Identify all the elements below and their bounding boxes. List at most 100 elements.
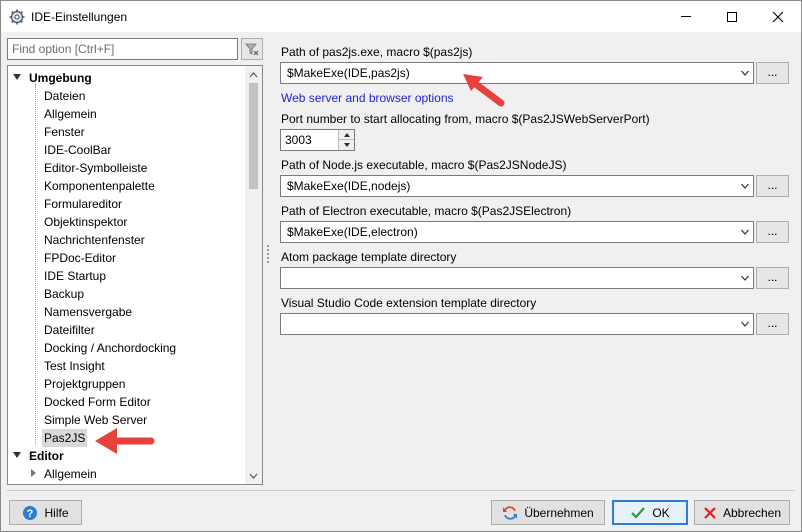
expand-chevron-icon[interactable]: [13, 452, 21, 458]
port-value: 3003: [285, 133, 312, 147]
maximize-icon: [727, 11, 737, 22]
close-icon: [772, 11, 784, 22]
arrow-up-icon: [343, 132, 350, 137]
pas2js-path-combo[interactable]: $MakeExe(IDE,pas2js): [280, 62, 754, 84]
arrow-down-icon: [343, 143, 350, 147]
tree-item[interactable]: Test Insight: [9, 357, 246, 375]
gear-icon: [9, 9, 25, 24]
tree-item[interactable]: Objektinspektor: [9, 213, 246, 231]
nodejs-browse-button[interactable]: ...: [756, 175, 789, 197]
tree-item[interactable]: Dateifilter: [9, 321, 246, 339]
tree-item[interactable]: Formulareditor: [9, 195, 246, 213]
electron-path-combo[interactable]: $MakeExe(IDE,electron): [280, 221, 754, 243]
electron-path-value: $MakeExe(IDE,electron): [287, 225, 418, 239]
tree-item[interactable]: Projektgruppen: [9, 375, 246, 393]
expand-chevron-icon[interactable]: [13, 74, 21, 80]
nodejs-path-value: $MakeExe(IDE,nodejs): [287, 179, 411, 193]
tree-item[interactable]: Fenster: [9, 123, 246, 141]
tree-item-label: Editor: [29, 449, 64, 463]
tree-item-label: Namensvergabe: [44, 305, 133, 319]
settings-window: IDE-Einstellungen Find option [Ctrl+F] U…: [0, 0, 802, 532]
close-button[interactable]: [755, 1, 801, 32]
apply-label: Übernehmen: [524, 505, 594, 520]
tree-item-label: Allgemein: [44, 107, 97, 121]
tree-category[interactable]: Umgebung: [9, 69, 246, 87]
tree-item-label: Dateifilter: [44, 323, 95, 337]
help-button[interactable]: ? Hilfe: [9, 500, 82, 525]
port-spinedit[interactable]: 3003: [280, 129, 355, 151]
tree-item-label: Docking / Anchordocking: [44, 341, 177, 355]
chevron-down-icon: [741, 321, 749, 327]
scroll-down-icon[interactable]: [245, 467, 262, 484]
tree-item-label: Allgemein: [44, 467, 97, 481]
tree-item[interactable]: IDE Startup: [9, 267, 246, 285]
cancel-label: Abbrechen: [722, 505, 782, 520]
minimize-button[interactable]: [663, 1, 709, 32]
pas2js-path-value: $MakeExe(IDE,pas2js): [287, 66, 410, 80]
tree-item[interactable]: IDE-CoolBar: [9, 141, 246, 159]
tree-item-label: Dateien: [44, 89, 86, 103]
port-increment-button[interactable]: [339, 130, 354, 140]
tree-item[interactable]: Nachrichtenfenster: [9, 231, 246, 249]
tree-item-label: Pas2JS: [42, 429, 88, 447]
clear-filter-button[interactable]: [241, 38, 263, 60]
options-tree[interactable]: Umgebung Dateien Allgemein Fenster IDE-CoolB…: [7, 65, 263, 485]
chevron-down-icon: [741, 183, 749, 189]
tree-item[interactable]: Docked Form Editor: [9, 393, 246, 411]
collapsed-chevron-icon[interactable]: [31, 469, 36, 477]
tree-item[interactable]: Allgemein: [9, 465, 246, 483]
tree-item-label: Objektinspektor: [44, 215, 128, 229]
tree-item-label: Komponentenpalette: [44, 179, 155, 193]
annotation-arrow-icon: [463, 74, 505, 107]
panel-splitter[interactable]: [267, 245, 270, 263]
tree-item[interactable]: Docking / Anchordocking: [9, 339, 246, 357]
chevron-down-icon: [741, 229, 749, 235]
apply-button[interactable]: Übernehmen: [491, 500, 605, 525]
web-server-options-link[interactable]: Web server and browser options: [281, 91, 454, 105]
tree-item[interactable]: Dateien: [9, 87, 246, 105]
electron-browse-button[interactable]: ...: [756, 221, 789, 243]
tree-item[interactable]: Editor-Symbolleiste: [9, 159, 246, 177]
pas2js-path-label: Path of pas2js.exe, macro $(pas2js): [281, 45, 473, 59]
tree-item[interactable]: Komponentenpalette: [9, 177, 246, 195]
tree-items: Umgebung Dateien Allgemein Fenster IDE-CoolB…: [9, 69, 246, 483]
tree-item-label: Backup: [44, 287, 85, 301]
tree-item-label: Formulareditor: [44, 197, 123, 211]
tree-item-label: FPDoc-Editor: [44, 251, 117, 265]
tree-item[interactable]: FPDoc-Editor: [9, 249, 246, 267]
tree-item[interactable]: Allgemein: [9, 105, 246, 123]
tree-item[interactable]: Namensvergabe: [9, 303, 246, 321]
vscode-browse-button[interactable]: ...: [756, 313, 789, 335]
bottom-divider: [7, 490, 795, 491]
ok-label: OK: [652, 505, 670, 520]
port-decrement-button[interactable]: [339, 140, 354, 150]
tree-item-label: Test Insight: [44, 359, 105, 373]
tree-item-label: IDE Startup: [44, 269, 107, 283]
scroll-up-icon[interactable]: [245, 66, 262, 83]
electron-path-label: Path of Electron executable, macro $(Pas…: [281, 204, 572, 218]
vscode-dir-combo[interactable]: [280, 313, 754, 335]
filter-clear-icon: [245, 43, 259, 56]
tree-item-label: Nachrichtenfenster: [44, 233, 145, 247]
cancel-button[interactable]: Abbrechen: [694, 500, 790, 525]
chevron-down-icon: [741, 275, 749, 281]
scrollbar-thumb[interactable]: [249, 83, 258, 189]
atom-browse-button[interactable]: ...: [756, 267, 789, 289]
tree-scrollbar[interactable]: [245, 66, 262, 484]
svg-text:?: ?: [27, 508, 34, 520]
tree-item-label: IDE-CoolBar: [44, 143, 112, 157]
maximize-button[interactable]: [709, 1, 755, 32]
atom-dir-combo[interactable]: [280, 267, 754, 289]
tree-item-label: Editor-Symbolleiste: [44, 161, 148, 175]
ok-button[interactable]: OK: [612, 500, 688, 525]
tree-item[interactable]: Backup: [9, 285, 246, 303]
port-label: Port number to start allocating from, ma…: [281, 112, 650, 126]
help-label: Hilfe: [44, 505, 69, 520]
help-icon: ?: [23, 505, 38, 520]
find-option-input[interactable]: Find option [Ctrl+F]: [7, 38, 238, 60]
tree-item-label: Umgebung: [29, 71, 92, 85]
nodejs-path-combo[interactable]: $MakeExe(IDE,nodejs): [280, 175, 754, 197]
tree-item-label: Projektgruppen: [44, 377, 126, 391]
chevron-down-icon: [741, 70, 749, 76]
pas2js-browse-button[interactable]: ...: [756, 62, 789, 84]
